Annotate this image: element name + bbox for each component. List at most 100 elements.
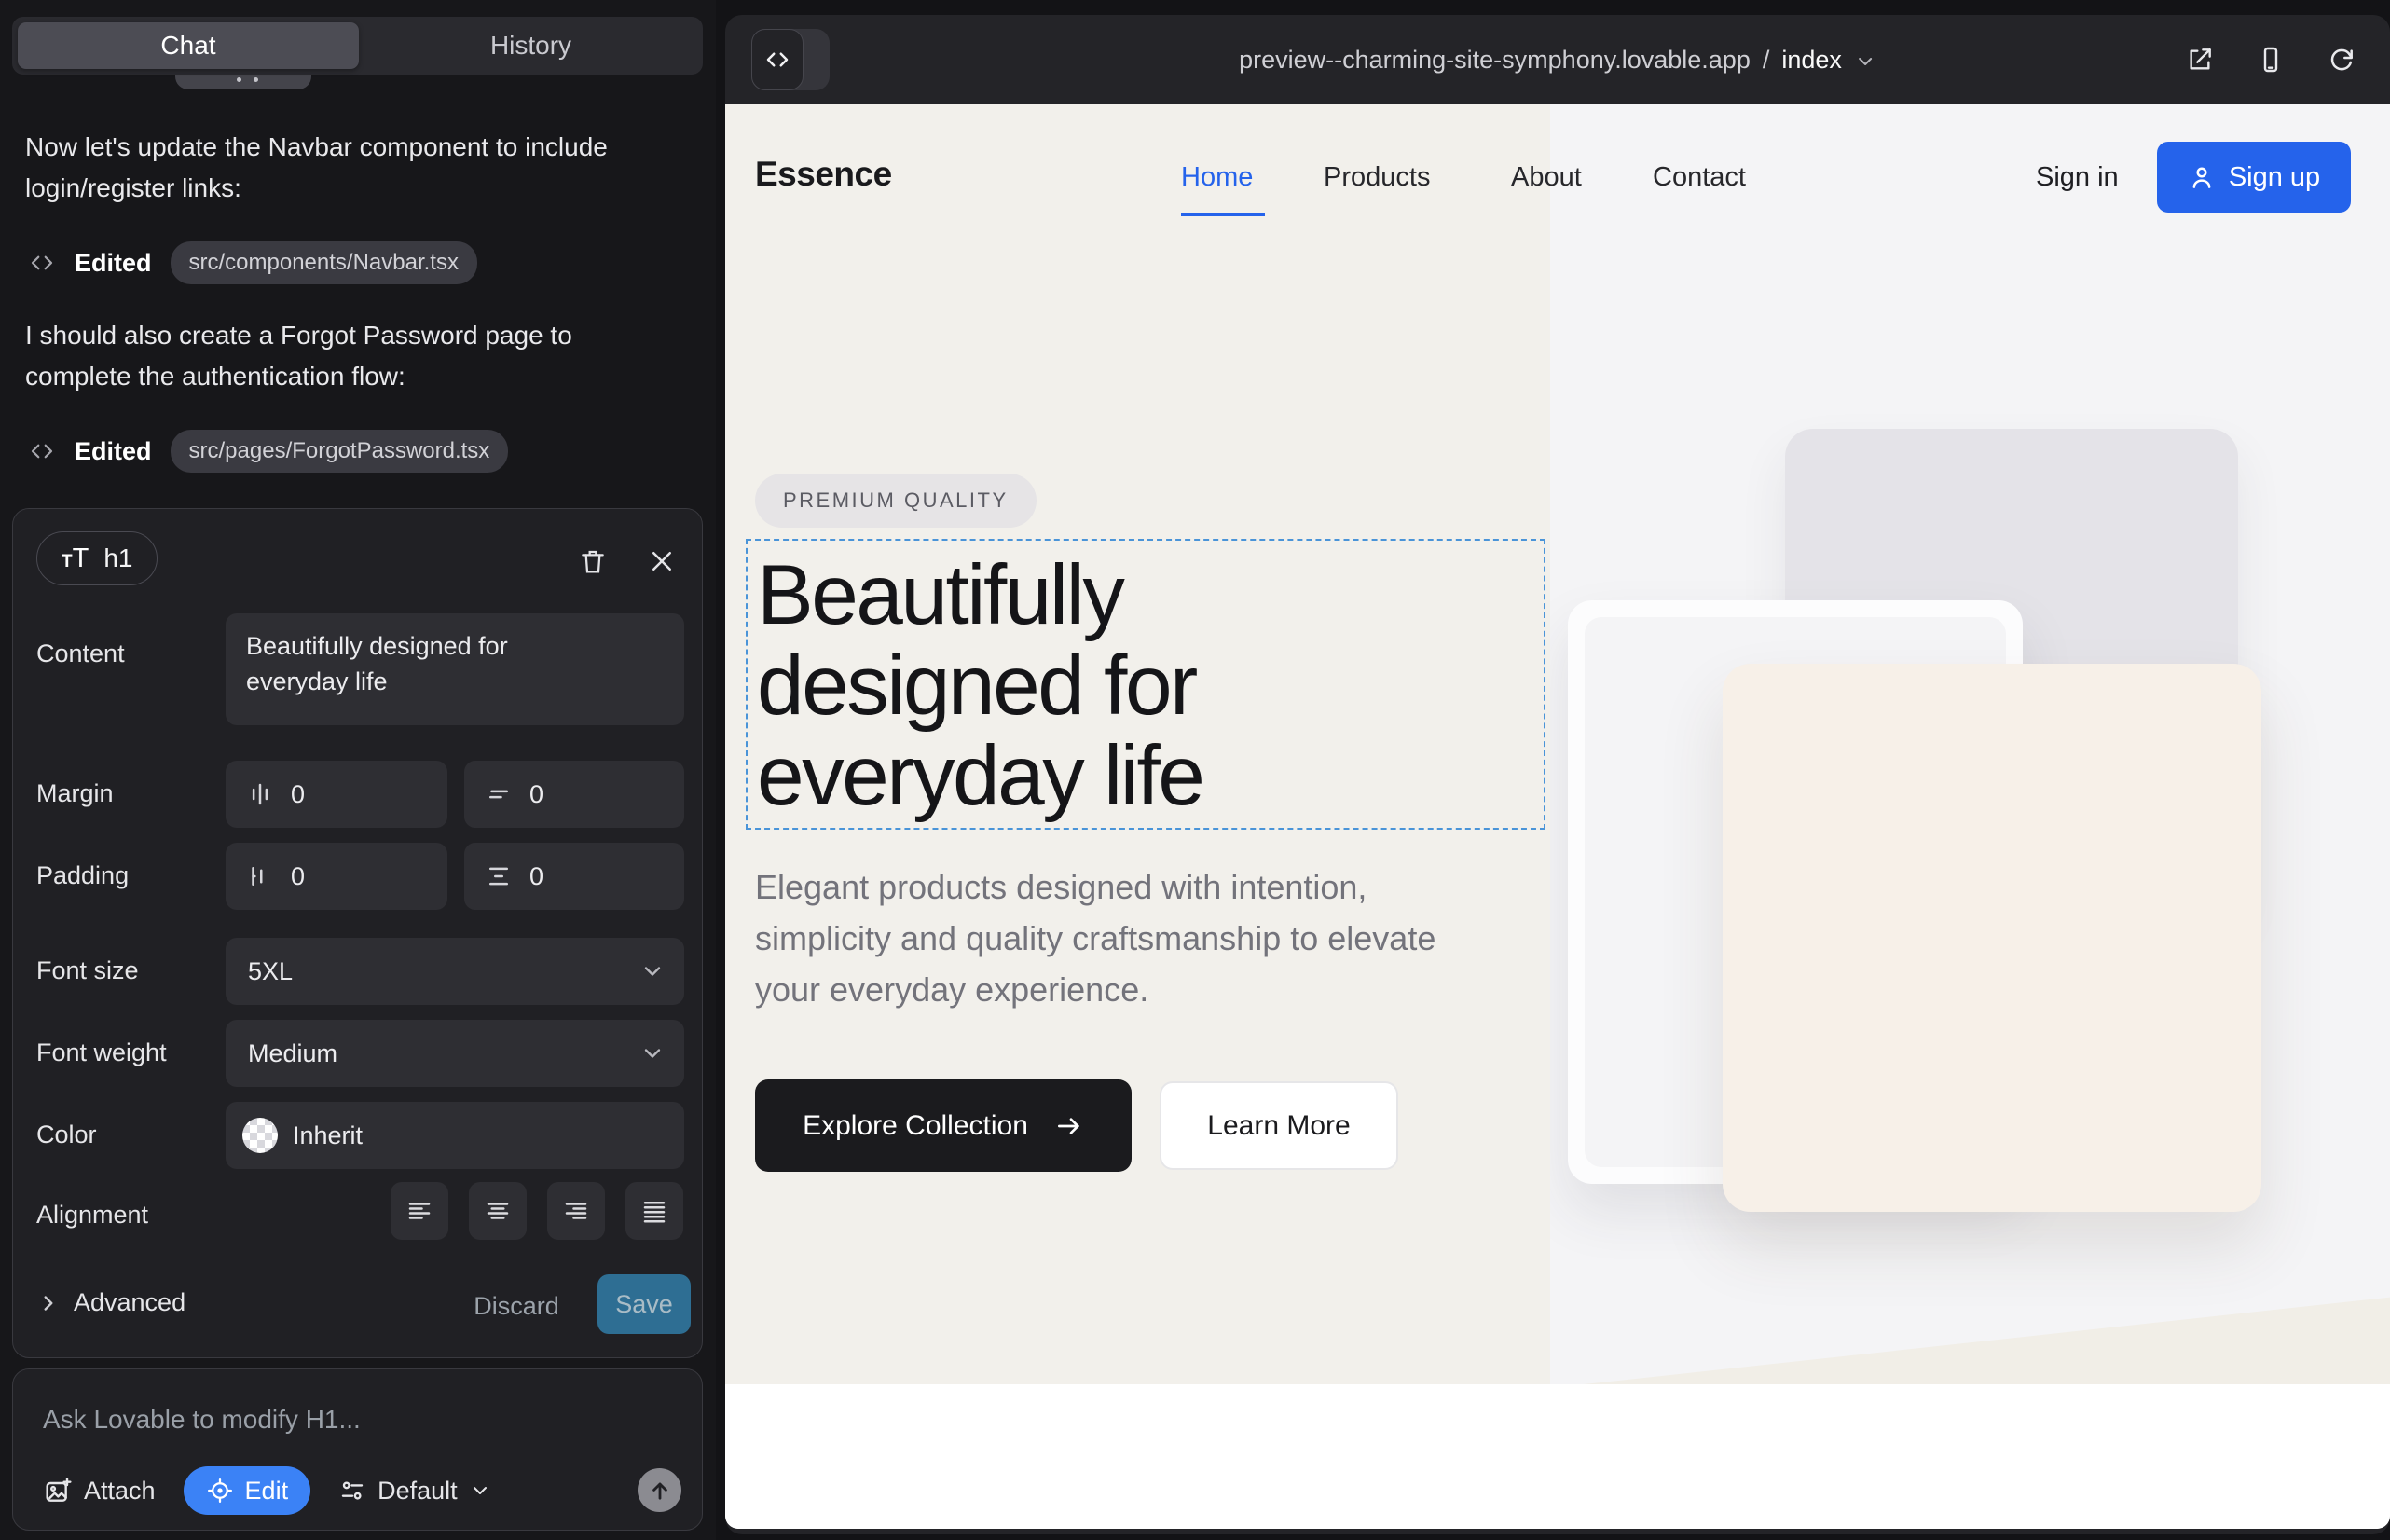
lovable-sidebar: Chat History Now let's update the Navbar… xyxy=(0,0,716,1540)
margin-vertical-icon xyxy=(485,780,513,808)
mode-selector[interactable]: Default xyxy=(338,1477,491,1506)
browser-toolbar: preview--charming-site-symphony.lovable.… xyxy=(725,15,2390,104)
padding-x-input[interactable]: 0 xyxy=(226,843,447,910)
margin-x-input[interactable]: 0 xyxy=(226,761,447,828)
content-input[interactable]: Beautifully designed for everyday life xyxy=(226,613,684,725)
sign-up-label: Sign up xyxy=(2229,162,2320,193)
align-left-button[interactable] xyxy=(391,1182,448,1240)
chevron-right-icon xyxy=(36,1291,61,1315)
edited-file-pill[interactable]: src/components/Navbar.tsx xyxy=(171,241,477,284)
font-size-select[interactable]: 5XL xyxy=(226,938,684,1005)
attach-button[interactable]: Attach xyxy=(43,1476,156,1506)
chat-message: I should also create a Forgot Password p… xyxy=(25,315,683,397)
refresh-button[interactable] xyxy=(2327,45,2356,75)
font-weight-label: Font weight xyxy=(36,1038,167,1067)
page-selector[interactable]: index xyxy=(1781,46,1842,75)
chat-message: Now let's update the Navbar component to… xyxy=(25,127,683,209)
mobile-view-button[interactable] xyxy=(2256,45,2286,75)
chevron-down-icon xyxy=(469,1479,491,1502)
nav-link-about[interactable]: About xyxy=(1511,162,1582,193)
explore-collection-label: Explore Collection xyxy=(803,1110,1028,1142)
code-preview-toggle[interactable] xyxy=(751,29,830,90)
explore-collection-button[interactable]: Explore Collection xyxy=(755,1079,1132,1172)
edited-file-row: Edited src/pages/ForgotPassword.tsx xyxy=(28,429,508,474)
active-nav-underline xyxy=(1181,213,1265,216)
save-button[interactable]: Save xyxy=(598,1274,691,1334)
nav-link-products[interactable]: Products xyxy=(1324,162,1430,193)
tab-history[interactable]: History xyxy=(359,31,703,61)
chevron-down-icon xyxy=(639,958,666,984)
edit-mode-pill[interactable]: Edit xyxy=(184,1466,311,1515)
chat-history-tabs: Chat History xyxy=(12,17,703,75)
send-button[interactable] xyxy=(638,1468,681,1512)
advanced-expander[interactable]: Advanced xyxy=(36,1288,185,1317)
arrow-right-icon xyxy=(1054,1111,1084,1141)
code-icon xyxy=(28,249,56,277)
attach-label: Attach xyxy=(84,1477,156,1506)
align-center-button[interactable] xyxy=(469,1182,527,1240)
element-inspector-panel: TT h1 Content Beautifully designed for e… xyxy=(12,508,703,1358)
sliders-icon xyxy=(338,1477,366,1505)
composer-placeholder[interactable]: Ask Lovable to modify H1... xyxy=(43,1405,361,1435)
font-weight-select[interactable]: Medium xyxy=(226,1020,684,1087)
nav-link-home[interactable]: Home xyxy=(1181,162,1253,193)
color-select[interactable]: Inherit xyxy=(226,1102,684,1169)
chevron-down-icon xyxy=(1854,50,1876,73)
chevron-down-icon xyxy=(639,1040,666,1066)
target-icon xyxy=(206,1477,234,1505)
mode-label: Default xyxy=(378,1477,458,1506)
url-bar[interactable]: preview--charming-site-symphony.lovable.… xyxy=(1239,15,1876,104)
selected-element-tag: TT h1 xyxy=(36,531,158,585)
padding-horizontal-icon xyxy=(246,862,274,890)
open-in-new-tab-button[interactable] xyxy=(2185,45,2215,75)
edited-file-row: Edited src/components/Navbar.tsx xyxy=(28,241,477,285)
padding-x-value: 0 xyxy=(291,862,305,891)
content-value: Beautifully designed for everyday life xyxy=(246,628,568,699)
delete-element-button[interactable] xyxy=(574,543,611,580)
color-label: Color xyxy=(36,1121,97,1149)
site-logo[interactable]: Essence xyxy=(755,155,892,194)
padding-vertical-icon xyxy=(485,862,513,890)
site-preview-viewport: Essence Home Products About Contact Sign… xyxy=(725,104,2390,1529)
preview-browser-frame: preview--charming-site-symphony.lovable.… xyxy=(725,15,2390,1534)
below-hero-section xyxy=(725,1384,2390,1529)
chat-composer[interactable]: Ask Lovable to modify H1... Attach Edit … xyxy=(12,1368,703,1531)
hero-description: Elegant products designed with intention… xyxy=(755,861,1482,1015)
tab-chat[interactable]: Chat xyxy=(18,22,359,69)
font-weight-value: Medium xyxy=(248,1039,337,1068)
font-size-label: Font size xyxy=(36,956,139,985)
text-size-icon: TT xyxy=(62,543,89,574)
sign-in-link[interactable]: Sign in xyxy=(2036,162,2119,193)
hero-card-cream xyxy=(1723,664,2261,1212)
scrolled-message-remnant xyxy=(175,75,311,89)
url-separator: / xyxy=(1763,46,1770,75)
padding-y-input[interactable]: 0 xyxy=(464,843,684,910)
edited-label: Edited xyxy=(75,437,152,466)
margin-y-value: 0 xyxy=(529,780,543,809)
margin-horizontal-icon xyxy=(246,780,274,808)
content-label: Content xyxy=(36,639,125,668)
discard-button[interactable]: Discard xyxy=(460,1292,572,1321)
edited-label: Edited xyxy=(75,249,152,278)
premium-quality-badge: PREMIUM QUALITY xyxy=(755,474,1037,528)
user-icon xyxy=(2188,163,2216,191)
padding-y-value: 0 xyxy=(529,862,543,891)
code-icon xyxy=(751,29,804,90)
margin-x-value: 0 xyxy=(291,780,305,809)
margin-y-input[interactable]: 0 xyxy=(464,761,684,828)
margin-label: Margin xyxy=(36,779,114,808)
hero-heading[interactable]: Beautifully designed for everyday life xyxy=(757,550,1202,821)
learn-more-button[interactable]: Learn More xyxy=(1160,1081,1398,1170)
image-plus-icon xyxy=(43,1476,73,1506)
edit-label: Edit xyxy=(245,1477,289,1506)
element-tag-label: h1 xyxy=(103,543,132,573)
code-icon xyxy=(28,437,56,465)
sign-up-button[interactable]: Sign up xyxy=(2157,142,2351,213)
nav-link-contact[interactable]: Contact xyxy=(1653,162,1746,193)
align-right-button[interactable] xyxy=(547,1182,605,1240)
preview-url: preview--charming-site-symphony.lovable.… xyxy=(1239,46,1751,75)
color-value: Inherit xyxy=(293,1121,363,1150)
edited-file-pill[interactable]: src/pages/ForgotPassword.tsx xyxy=(171,430,509,473)
align-justify-button[interactable] xyxy=(625,1182,683,1240)
close-inspector-button[interactable] xyxy=(643,543,680,580)
